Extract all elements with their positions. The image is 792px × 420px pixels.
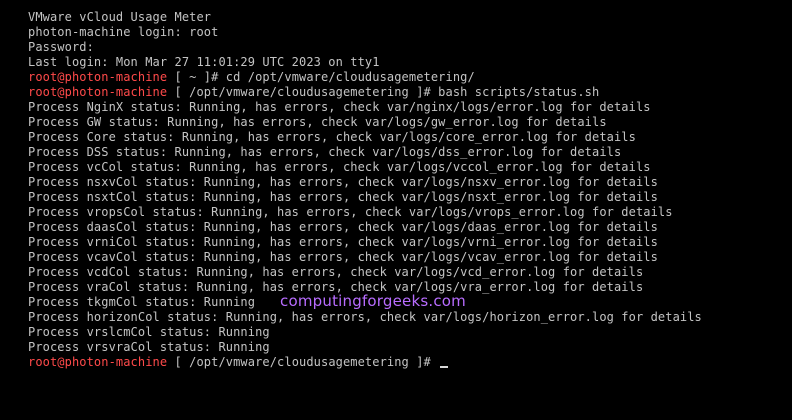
command-line-cd: root@photon-machine [ ~ ]# cd /opt/vmwar… [28, 70, 792, 85]
terminal-window[interactable]: VMware vCloud Usage Meter photon-machine… [0, 0, 792, 420]
output-line: Process vrniCol status: Running, has err… [28, 235, 658, 249]
output-line: Process vrsvraCol status: Running [28, 340, 270, 354]
prompt-command: [ /opt/vmware/cloudusagemetering ]# bash… [167, 85, 600, 99]
text-cursor[interactable] [440, 366, 449, 368]
watermark-text: computingforgeeks.com [280, 292, 466, 310]
prompt-path: [ /opt/vmware/cloudusagemetering ]# [167, 355, 439, 369]
prompt-command: [ ~ ]# cd /opt/vmware/cloudusagemetering… [167, 70, 475, 84]
command-line-current[interactable]: root@photon-machine [ /opt/vmware/cloudu… [28, 355, 792, 370]
output-line: Process vropsCol status: Running, has er… [28, 205, 673, 219]
output-line: Process nsxtCol status: Running, has err… [28, 190, 658, 204]
output-line: Process Core status: Running, has errors… [28, 130, 636, 144]
banner-line: VMware vCloud Usage Meter [28, 10, 212, 24]
output-line: Process DSS status: Running, has errors,… [28, 145, 622, 159]
output-line: Process vcCol status: Running, has error… [28, 160, 651, 174]
output-line: Process daasCol status: Running, has err… [28, 220, 658, 234]
login-line: photon-machine login: root [28, 25, 219, 39]
output-line: Process horizonCol status: Running, has … [28, 310, 702, 324]
output-line: Process NginX status: Running, has error… [28, 100, 651, 114]
prompt-user: root@photon-machine [28, 85, 168, 99]
command-line-status: root@photon-machine [ /opt/vmware/cloudu… [28, 85, 792, 100]
output-line: Process GW status: Running, has errors, … [28, 115, 607, 129]
last-login-line: Last login: Mon Mar 27 11:01:29 UTC 2023… [28, 55, 380, 69]
output-line: Process vrslcmCol status: Running [28, 325, 270, 339]
output-line: Process vcdCol status: Running, has erro… [28, 265, 644, 279]
prompt-user: root@photon-machine [28, 355, 168, 369]
password-line: Password: [28, 40, 94, 54]
prompt-user: root@photon-machine [28, 70, 168, 84]
output-line: Process nsxvCol status: Running, has err… [28, 175, 658, 189]
output-line: Process vcavCol status: Running, has err… [28, 250, 658, 264]
